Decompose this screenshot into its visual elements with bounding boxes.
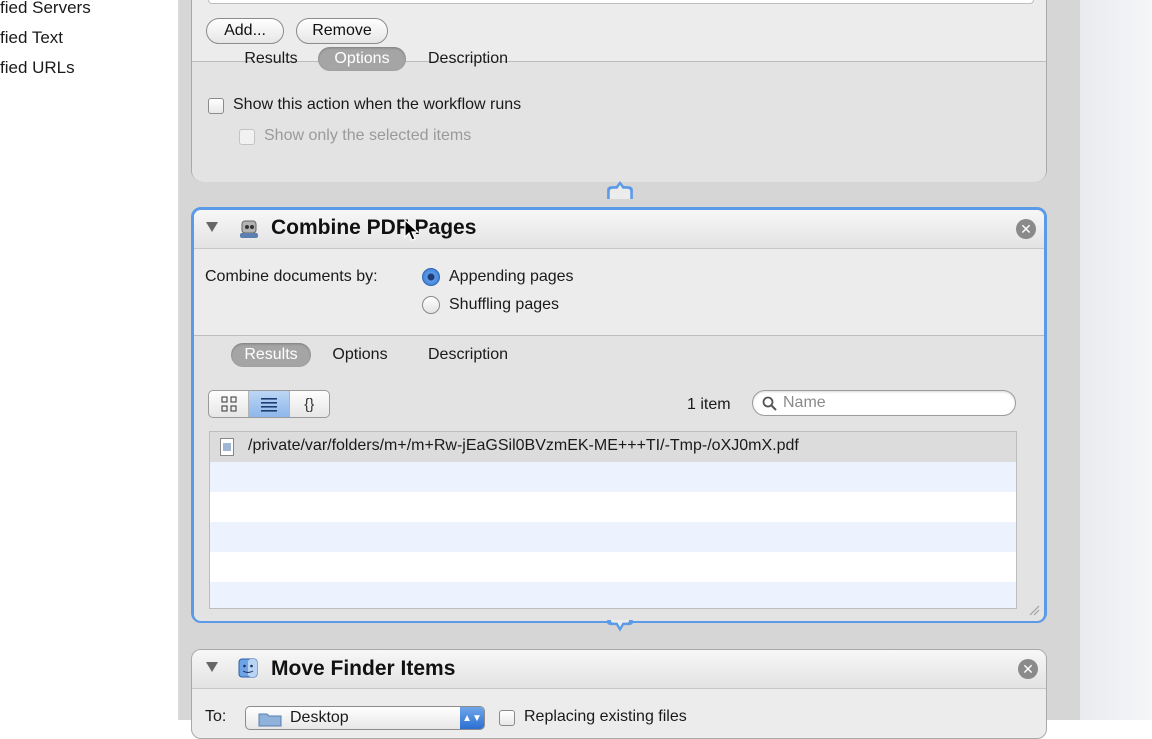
grid-icon [221,396,237,412]
replacing-label: Replacing existing files [524,708,687,725]
appending-radio[interactable] [422,268,440,286]
previous-options-area: Results Options Description Show this ac… [192,47,1046,182]
item-count: 1 item [687,396,731,413]
pdf-document-icon [220,438,234,456]
tab-results[interactable]: Results [231,343,311,367]
result-path: /private/var/folders/m+/m+Rw-jEaGSil0BVz… [248,437,799,454]
search-field[interactable]: Name [752,390,1016,416]
to-label: To: [205,708,227,725]
popup-arrows-icon: ▲▼ [460,707,484,729]
tab-results[interactable]: Results [234,47,308,71]
show-action-label: Show this action when the workflow runs [233,96,522,113]
action-title: Combine PDF Pages [271,216,477,239]
list-row-empty [210,522,1016,552]
action-header[interactable]: Combine PDF Pages ✕ [194,210,1044,249]
results-list[interactable]: /private/var/folders/m+/m+Rw-jEaGSil0BVz… [209,431,1017,609]
appending-label: Appending pages [449,268,574,285]
list-icon [260,398,277,412]
icon-view-button[interactable] [209,391,250,417]
tab-description[interactable]: Description [416,343,520,367]
list-row-empty [210,462,1016,492]
right-pane [1080,0,1152,720]
replacing-checkbox[interactable] [499,710,515,726]
destination-value: Desktop [290,709,349,726]
disclosure-triangle-icon[interactable] [206,662,218,672]
connector-top [607,181,633,199]
connector-bottom [607,620,633,632]
tab-description[interactable]: Description [416,47,520,71]
library-item-urls[interactable]: fied URLs [0,58,75,78]
combine-by-label: Combine documents by: [205,268,378,285]
mouse-cursor-icon [404,219,420,241]
combine-pdf-action-card[interactable]: Combine PDF Pages ✕ Combine documents by… [191,207,1047,623]
previous-action-card: Add... Remove Results Options Descriptio… [191,0,1047,182]
show-selected-checkbox [239,129,255,145]
search-icon [762,396,777,411]
destination-popup[interactable]: Desktop ▲▼ [245,706,485,730]
library-item-servers[interactable]: fied Servers [0,0,91,18]
list-row-empty [210,552,1016,582]
view-mode-segmented[interactable]: {} [208,390,330,418]
tab-options[interactable]: Options [318,47,406,71]
close-action-icon[interactable]: ✕ [1016,219,1036,239]
tab-options[interactable]: Options [320,343,400,367]
code-view-button[interactable]: {} [290,391,329,417]
show-selected-label: Show only the selected items [264,127,472,144]
folder-icon [258,713,282,727]
add-button[interactable]: Add... [206,18,284,44]
list-row-empty [210,492,1016,522]
action-title: Move Finder Items [271,657,456,680]
action-header[interactable]: Move Finder Items ✕ [192,650,1046,689]
move-finder-items-action-card[interactable]: Move Finder Items ✕ To: Desktop ▲▼ Repla… [191,649,1047,739]
list-view-button[interactable] [249,391,290,417]
close-action-icon[interactable]: ✕ [1018,659,1038,679]
resize-grip-icon[interactable] [1028,604,1040,616]
remove-button[interactable]: Remove [296,18,388,44]
finder-icon [238,658,258,678]
automator-robot-icon [240,220,258,238]
search-placeholder: Name [783,394,826,411]
shuffling-label: Shuffling pages [449,296,560,313]
shuffling-radio[interactable] [422,296,440,314]
previous-list-bottom [208,0,1034,4]
disclosure-triangle-icon[interactable] [206,222,218,232]
show-action-checkbox[interactable] [208,98,224,114]
list-item[interactable]: /private/var/folders/m+/m+Rw-jEaGSil0BVz… [210,432,1016,462]
list-row-empty [210,582,1016,608]
library-list: fied Servers fied Text fied URLs [0,0,178,720]
library-item-text[interactable]: fied Text [0,28,63,48]
